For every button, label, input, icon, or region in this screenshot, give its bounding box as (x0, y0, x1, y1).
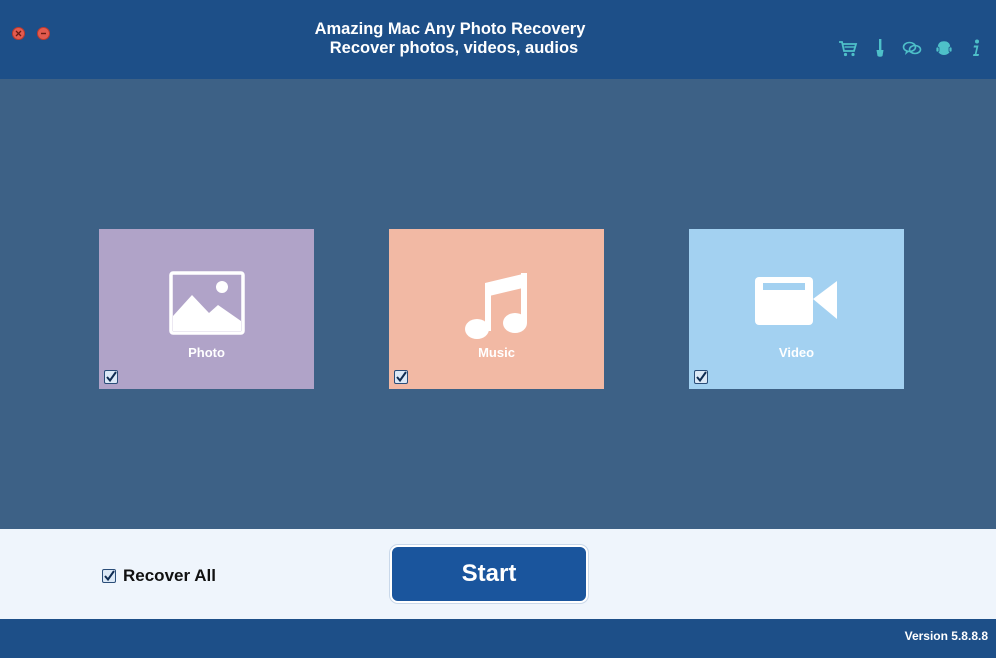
photo-category-tile[interactable]: Photo (99, 229, 314, 389)
app-title-subtitle: Recover photos, videos, audios (329, 39, 579, 57)
title-bar: Amazing Mac Any Photo Recovery Recover p… (0, 0, 996, 79)
music-category-tile[interactable]: Music (389, 229, 604, 389)
toolbar (838, 38, 986, 58)
main-area: Photo Music Video (0, 79, 996, 529)
cart-button[interactable] (838, 38, 858, 58)
support-icon (935, 39, 953, 55)
info-button[interactable] (966, 38, 986, 58)
recover-all-label: Recover All (123, 566, 216, 585)
video-checkbox[interactable] (694, 370, 708, 384)
video-category-tile[interactable]: Video (689, 229, 904, 389)
app-title: Amazing Mac Any Photo Recovery Recover p… (250, 20, 650, 58)
checkmark-icon (106, 371, 117, 383)
music-label: Music (478, 345, 515, 360)
status-bar: Version 5.8.8.8 (0, 619, 996, 658)
app-title-main: Amazing Mac Any Photo Recovery (314, 20, 586, 38)
chat-icon (902, 41, 922, 55)
info-icon (973, 39, 979, 56)
close-button[interactable] (12, 27, 25, 40)
brush-icon (876, 39, 884, 57)
bottom-panel: Recover All Start (0, 529, 996, 619)
support-button[interactable] (934, 38, 954, 58)
minimize-icon (41, 32, 46, 35)
photo-checkbox[interactable] (104, 370, 118, 384)
checkmark-icon (396, 371, 407, 383)
photo-label: Photo (188, 345, 225, 360)
close-icon (15, 30, 22, 37)
video-camera-icon (754, 271, 839, 332)
checkmark-icon (696, 371, 707, 383)
start-button[interactable]: Start (390, 545, 588, 603)
cart-icon (839, 41, 858, 57)
recover-all-checkbox[interactable]: Recover All (102, 566, 216, 586)
music-note-icon (463, 271, 531, 348)
checkmark-icon (104, 570, 115, 582)
video-label: Video (778, 345, 815, 360)
image-icon (168, 271, 245, 340)
minimize-button[interactable] (37, 27, 50, 40)
tools-button[interactable] (870, 38, 890, 58)
recover-all-check-box[interactable] (102, 569, 116, 583)
music-checkbox[interactable] (394, 370, 408, 384)
chat-button[interactable] (902, 38, 922, 58)
version-text: Version 5.8.8.8 (904, 629, 988, 643)
